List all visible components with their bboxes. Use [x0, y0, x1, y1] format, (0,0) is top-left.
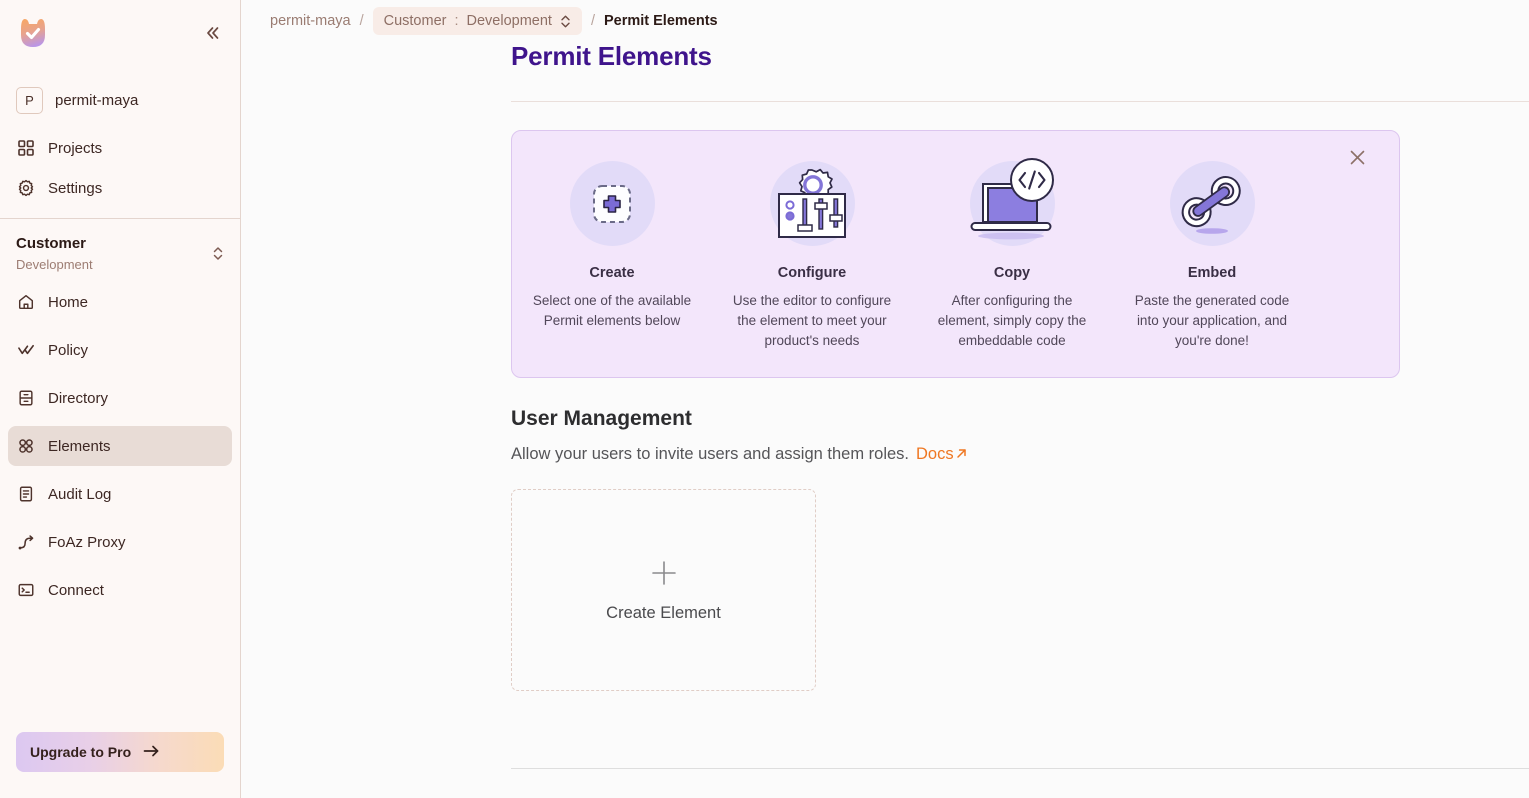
- chevron-double-left-icon[interactable]: [200, 21, 224, 45]
- banner-step-description: Select one of the available Permit eleme…: [526, 291, 698, 331]
- sidebar-item-label: Settings: [48, 180, 102, 197]
- grid-squares-icon: [16, 138, 36, 158]
- sidebar-footer: Upgrade to Pro: [0, 732, 240, 798]
- sidebar-item-label: Connect: [48, 582, 104, 599]
- create-dashed-plus-icon: [570, 161, 655, 246]
- plus-icon: [649, 558, 679, 594]
- sidebar: P permit-maya Projects: [0, 0, 241, 798]
- sidebar-item-policy[interactable]: Policy: [8, 330, 232, 370]
- breadcrumb-root[interactable]: permit-maya: [270, 13, 351, 29]
- close-icon[interactable]: [1344, 144, 1370, 170]
- sidebar-item-label: Home: [48, 294, 88, 311]
- section-title: User Management: [511, 407, 1529, 431]
- gear-icon: [16, 178, 36, 198]
- app-root: P permit-maya Projects: [0, 0, 1529, 798]
- banner-step-description: After configuring the element, simply co…: [926, 291, 1098, 351]
- breadcrumb-project: Customer: [384, 13, 447, 29]
- breadcrumb-separator-2: /: [591, 13, 595, 29]
- sidebar-item-label: Audit Log: [48, 486, 111, 503]
- breadcrumb-environment: Development: [467, 13, 552, 29]
- main-content: permit-maya / Customer : Development / P…: [241, 0, 1529, 798]
- arrow-up-right-icon: [956, 448, 967, 462]
- sidebar-item-label: Projects: [48, 140, 102, 157]
- breadcrumb-separator: /: [360, 13, 364, 29]
- banner-step: Copy After configuring the element, simp…: [912, 161, 1112, 377]
- section-description: Allow your users to invite users and ass…: [511, 445, 909, 464]
- org-avatar: P: [16, 87, 43, 114]
- configure-sliders-gear-icon: [770, 161, 855, 246]
- sidebar-item-label: FoAz Proxy: [48, 534, 126, 551]
- banner-step-title: Embed: [1188, 265, 1236, 281]
- org-name: permit-maya: [55, 92, 138, 109]
- environment-selector[interactable]: Customer Development: [0, 219, 240, 278]
- sidebar-item-home[interactable]: Home: [8, 282, 232, 322]
- environment-project-name: Customer: [16, 235, 93, 252]
- sidebar-item-audit-log[interactable]: Audit Log: [8, 474, 232, 514]
- org-selector[interactable]: P permit-maya: [0, 78, 240, 122]
- sidebar-top-nav: Projects Settings: [0, 122, 240, 208]
- upgrade-to-pro-button[interactable]: Upgrade to Pro: [16, 732, 224, 772]
- banner-step-title: Copy: [994, 265, 1030, 281]
- banner-step: Configure Use the editor to configure th…: [712, 161, 912, 377]
- user-management-section: User Management Allow your users to invi…: [511, 407, 1529, 691]
- banner-step-title: Configure: [778, 265, 846, 281]
- sidebar-item-label: Directory: [48, 390, 108, 407]
- home-icon: [16, 292, 36, 312]
- banner-step-description: Use the editor to configure the element …: [726, 291, 898, 351]
- chevron-up-down-icon[interactable]: [212, 245, 224, 262]
- create-element-label: Create Element: [606, 604, 721, 623]
- sidebar-item-settings[interactable]: Settings: [8, 168, 232, 208]
- section-subtitle: Allow your users to invite users and ass…: [511, 445, 1529, 464]
- banner-step: Create Select one of the available Permi…: [512, 161, 712, 377]
- audit-log-document-icon: [16, 484, 36, 504]
- sidebar-item-foaz-proxy[interactable]: FoAz Proxy: [8, 522, 232, 562]
- copy-laptop-code-icon: [970, 161, 1055, 246]
- sidebar-header: [0, 0, 240, 66]
- title-divider: [511, 101, 1529, 102]
- bottom-divider: [511, 768, 1529, 769]
- sidebar-item-elements[interactable]: Elements: [8, 426, 232, 466]
- upgrade-label: Upgrade to Pro: [30, 744, 131, 760]
- sidebar-item-projects[interactable]: Projects: [8, 128, 232, 168]
- sidebar-main-nav: Home Policy: [0, 278, 240, 610]
- docs-link-label: Docs: [916, 445, 954, 464]
- banner-step: Embed Paste the generated code into your…: [1112, 161, 1312, 377]
- elements-circles-icon: [16, 436, 36, 456]
- terminal-icon: [16, 580, 36, 600]
- permit-logo-icon[interactable]: [16, 16, 50, 50]
- directory-drawer-icon: [16, 388, 36, 408]
- sidebar-item-label: Policy: [48, 342, 88, 359]
- sidebar-item-directory[interactable]: Directory: [8, 378, 232, 418]
- banner-step-title: Create: [589, 265, 634, 281]
- breadcrumb-chip-colon: :: [454, 13, 458, 29]
- arrow-right-icon: [143, 744, 160, 761]
- breadcrumb-env-chip[interactable]: Customer : Development: [373, 7, 582, 35]
- onboarding-banner: Create Select one of the available Permi…: [511, 130, 1400, 378]
- sidebar-item-label: Elements: [48, 438, 111, 455]
- environment-name: Development: [16, 257, 93, 272]
- docs-link[interactable]: Docs: [916, 445, 967, 464]
- create-element-card[interactable]: Create Element: [511, 489, 816, 691]
- breadcrumb-current: Permit Elements: [604, 13, 718, 29]
- proxy-route-icon: [16, 532, 36, 552]
- embed-link-chain-icon: [1170, 161, 1255, 246]
- banner-step-description: Paste the generated code into your appli…: [1126, 291, 1298, 351]
- sidebar-item-connect[interactable]: Connect: [8, 570, 232, 610]
- breadcrumb: permit-maya / Customer : Development / P…: [241, 0, 1529, 24]
- chevron-up-down-icon: [560, 14, 571, 29]
- policy-checks-icon: [16, 340, 36, 360]
